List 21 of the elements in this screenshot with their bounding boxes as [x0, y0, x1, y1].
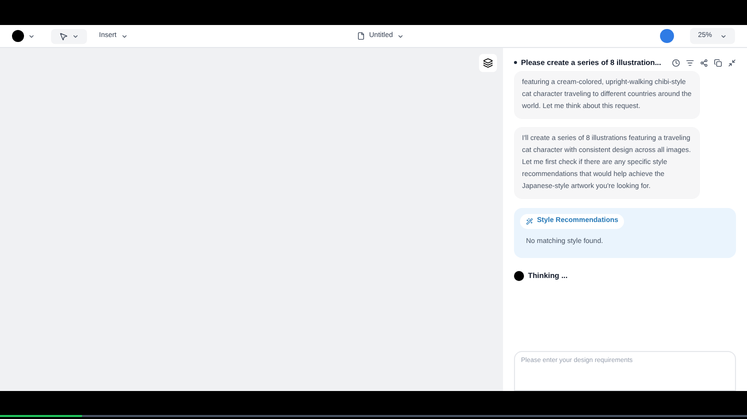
- caret-icon: [120, 32, 128, 40]
- bullet-icon: [514, 61, 517, 64]
- copy-icon[interactable]: [714, 58, 722, 67]
- caret-icon: [28, 32, 35, 40]
- logo-icon: [12, 30, 24, 42]
- logo-menu-button[interactable]: [12, 30, 35, 42]
- layers-button[interactable]: [479, 54, 497, 72]
- caret-icon: [720, 32, 727, 40]
- list-icon[interactable]: [686, 58, 694, 67]
- share-icon[interactable]: [700, 58, 708, 67]
- layers-icon: [483, 58, 493, 68]
- document-icon: [357, 32, 366, 40]
- pointer-tool-button[interactable]: [51, 28, 87, 44]
- collapse-icon[interactable]: [728, 58, 736, 67]
- history-icon[interactable]: [672, 58, 680, 67]
- wand-icon: [526, 218, 533, 225]
- caret-icon: [396, 32, 404, 40]
- avatar-icon[interactable]: [660, 29, 674, 43]
- assistant-avatar-icon: [514, 270, 524, 281]
- pointer-icon: [59, 32, 68, 40]
- caret-icon: [72, 32, 79, 40]
